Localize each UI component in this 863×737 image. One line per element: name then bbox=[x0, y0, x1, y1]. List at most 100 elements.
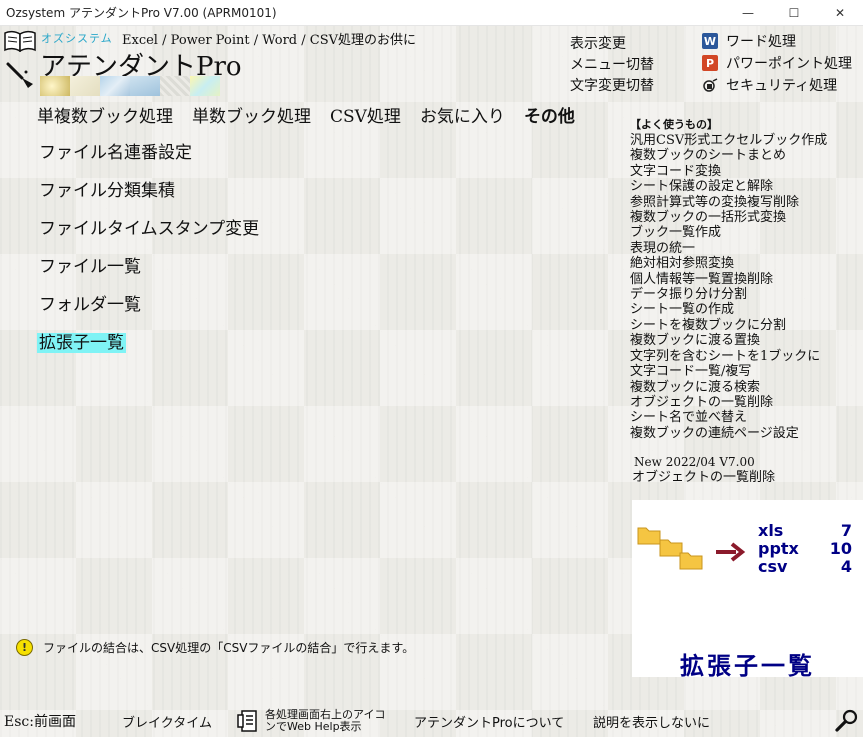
bottom-bar: Esc:前画面 ブレイクタイム 各処理画面右上のアイコンでWeb Help表示 … bbox=[0, 708, 863, 736]
function-file-list[interactable]: ファイル一覧 bbox=[37, 256, 261, 294]
often-used-item[interactable]: 絶対相対参照変換 bbox=[630, 256, 860, 271]
text-change-menu[interactable]: 文字変更切替 bbox=[570, 76, 654, 97]
often-used-item[interactable]: 参照計算式等の変換複写削除 bbox=[630, 195, 860, 210]
function-label: フォルダ一覧 bbox=[39, 295, 141, 315]
extension-row: xls 7 bbox=[758, 522, 852, 540]
often-used-item[interactable]: オブジェクトの一覧削除 bbox=[630, 395, 860, 410]
extension-name: pptx bbox=[758, 539, 799, 558]
folder-icon bbox=[659, 539, 683, 557]
swatch-pastel[interactable] bbox=[190, 76, 220, 96]
tab-csv[interactable]: CSV処理 bbox=[330, 102, 401, 127]
security-processing-button[interactable]: セキュリティ処理 bbox=[702, 74, 852, 96]
category-tabs: 単複数ブック処理 単数ブック処理 CSV処理 お気に入り その他 bbox=[37, 102, 594, 127]
search-icon[interactable] bbox=[834, 708, 860, 737]
often-used-heading: 【よく使うもの】 bbox=[630, 118, 718, 131]
folder-icon bbox=[637, 527, 661, 545]
display-change-menu[interactable]: 表示変更 bbox=[570, 34, 654, 55]
extension-count: 10 bbox=[829, 539, 852, 558]
about-button[interactable]: アテンダントProについて bbox=[414, 712, 564, 731]
esc-back-button[interactable]: Esc:前画面 bbox=[4, 711, 76, 731]
maximize-button[interactable]: ☐ bbox=[771, 0, 817, 26]
word-icon: W bbox=[702, 33, 718, 49]
often-used-item[interactable]: シート一覧の作成 bbox=[630, 302, 860, 317]
security-processing-label: セキュリティ処理 bbox=[726, 78, 838, 94]
extension-row: pptx 10 bbox=[758, 540, 852, 558]
often-used-item[interactable]: 複数ブックの連続ページ設定 bbox=[630, 426, 860, 441]
often-used-item[interactable]: 複数ブックの一括形式変換 bbox=[630, 210, 860, 225]
close-button[interactable]: ✕ bbox=[817, 0, 863, 26]
preview-title: 拡張子一覧 bbox=[680, 652, 815, 680]
powerpoint-processing-label: パワーポイント処理 bbox=[726, 56, 852, 72]
swatch-cream[interactable] bbox=[70, 76, 100, 96]
hide-description-button[interactable]: 説明を表示しないに bbox=[593, 712, 710, 731]
main-window: オズシステム Excel / Power Point / Word / CSV処… bbox=[0, 26, 863, 737]
function-label: ファイル名連番設定 bbox=[39, 143, 192, 163]
info-warning-icon: ! bbox=[16, 639, 33, 656]
function-folder-list[interactable]: フォルダ一覧 bbox=[37, 294, 261, 332]
brand-label: オズシステム bbox=[41, 32, 113, 45]
book-icon bbox=[4, 30, 36, 56]
swatch-blue[interactable] bbox=[100, 76, 130, 96]
tab-favorites[interactable]: お気に入り bbox=[420, 102, 505, 127]
swatch-sky[interactable] bbox=[130, 76, 160, 96]
often-used-item[interactable]: 複数ブックに渡る置換 bbox=[630, 333, 860, 348]
often-used-item[interactable]: 文字コード変換 bbox=[630, 164, 860, 179]
window-title: Ozsystem アテンダントPro V7.00 (APRM0101) bbox=[6, 6, 277, 20]
function-extension-list[interactable]: 拡張子一覧 bbox=[37, 332, 261, 370]
often-used-item[interactable]: シート名で並べ替え bbox=[630, 410, 860, 425]
top-menu: 表示変更 メニュー切替 文字変更切替 bbox=[570, 34, 654, 97]
often-used-item[interactable]: 複数ブックに渡る検索 bbox=[630, 380, 860, 395]
tab-single-book[interactable]: 単数ブック処理 bbox=[192, 102, 311, 127]
powerpoint-processing-button[interactable]: P パワーポイント処理 bbox=[702, 52, 852, 74]
extension-counts: xls 7 pptx 10 csv 4 bbox=[758, 522, 852, 576]
news-version: New 2022/04 V7.00 bbox=[634, 455, 755, 469]
often-used-item[interactable]: 文字コード一覧/複写 bbox=[630, 364, 860, 379]
swatch-gold[interactable] bbox=[40, 76, 70, 96]
arrow-right-icon bbox=[716, 542, 746, 562]
often-used-item[interactable]: 汎用CSV形式エクセルブック作成 bbox=[630, 133, 860, 148]
often-used-item[interactable]: 個人情報等一覧置換削除 bbox=[630, 272, 860, 287]
often-used-item[interactable]: 表現の統一 bbox=[630, 241, 860, 256]
hint-message: ! ファイルの結合は、CSV処理の「CSVファイルの結合」で行えます。 bbox=[16, 639, 414, 656]
extension-name: xls bbox=[758, 521, 784, 540]
web-help-button[interactable]: 各処理画面右上のアイコンでWeb Help表示 bbox=[236, 708, 395, 734]
function-list: ファイル名連番設定 ファイル分類集積 ファイルタイムスタンプ変更 ファイル一覧 … bbox=[37, 142, 261, 370]
minimize-button[interactable]: — bbox=[725, 0, 771, 26]
word-processing-button[interactable]: W ワード処理 bbox=[702, 30, 852, 52]
menu-switch-menu[interactable]: メニュー切替 bbox=[570, 55, 654, 76]
swatch-gray[interactable] bbox=[160, 76, 190, 96]
hint-text: ファイルの結合は、CSV処理の「CSVファイルの結合」で行えます。 bbox=[43, 641, 415, 655]
often-used-panel: 【よく使うもの】 汎用CSV形式エクセルブック作成 複数ブックのシートまとめ 文字コ… bbox=[630, 116, 860, 441]
break-time-button[interactable]: ブレイクタイム bbox=[122, 712, 212, 731]
web-help-label: 各処理画面右上のアイコンでWeb Help表示 bbox=[265, 708, 386, 733]
function-file-rename-sequence[interactable]: ファイル名連番設定 bbox=[37, 142, 261, 180]
extension-count: 7 bbox=[840, 521, 852, 540]
word-processing-label: ワード処理 bbox=[726, 34, 796, 50]
often-used-item[interactable]: 複数ブックのシートまとめ bbox=[630, 148, 860, 163]
function-label: ファイル分類集積 bbox=[39, 181, 175, 201]
extension-name: csv bbox=[758, 557, 788, 576]
often-used-item[interactable]: 文字列を含むシートを1ブックに bbox=[630, 349, 860, 364]
folder-icon bbox=[679, 552, 703, 570]
extension-row: csv 4 bbox=[758, 558, 852, 576]
extension-list-preview: xls 7 pptx 10 csv 4 拡張子一覧 bbox=[632, 500, 863, 680]
web-help-icon bbox=[237, 710, 257, 732]
app-launchers: W ワード処理 P パワーポイント処理 セキュリティ処理 bbox=[702, 30, 852, 96]
function-file-classify[interactable]: ファイル分類集積 bbox=[37, 180, 261, 218]
often-used-item[interactable]: ブック一覧作成 bbox=[630, 225, 860, 240]
function-timestamp-change[interactable]: ファイルタイムスタンプ変更 bbox=[37, 218, 261, 256]
function-label: ファイルタイムスタンプ変更 bbox=[39, 219, 260, 239]
often-used-item[interactable]: データ振り分け分割 bbox=[630, 287, 860, 302]
tab-other[interactable]: その他 bbox=[524, 102, 575, 127]
magic-wand-icon bbox=[4, 58, 36, 94]
powerpoint-icon: P bbox=[702, 55, 718, 71]
tab-multi-book[interactable]: 単複数ブック処理 bbox=[37, 102, 173, 127]
often-used-item[interactable]: シート保護の設定と解除 bbox=[630, 179, 860, 194]
function-label: 拡張子一覧 bbox=[37, 333, 126, 353]
extension-count: 4 bbox=[840, 557, 852, 576]
theme-swatches bbox=[40, 76, 220, 96]
function-label: ファイル一覧 bbox=[39, 257, 141, 277]
title-bar: Ozsystem アテンダントPro V7.00 (APRM0101) — ☐ … bbox=[0, 0, 863, 26]
news-feature[interactable]: オブジェクトの一覧削除 bbox=[632, 470, 775, 485]
often-used-item[interactable]: シートを複数ブックに分割 bbox=[630, 318, 860, 333]
